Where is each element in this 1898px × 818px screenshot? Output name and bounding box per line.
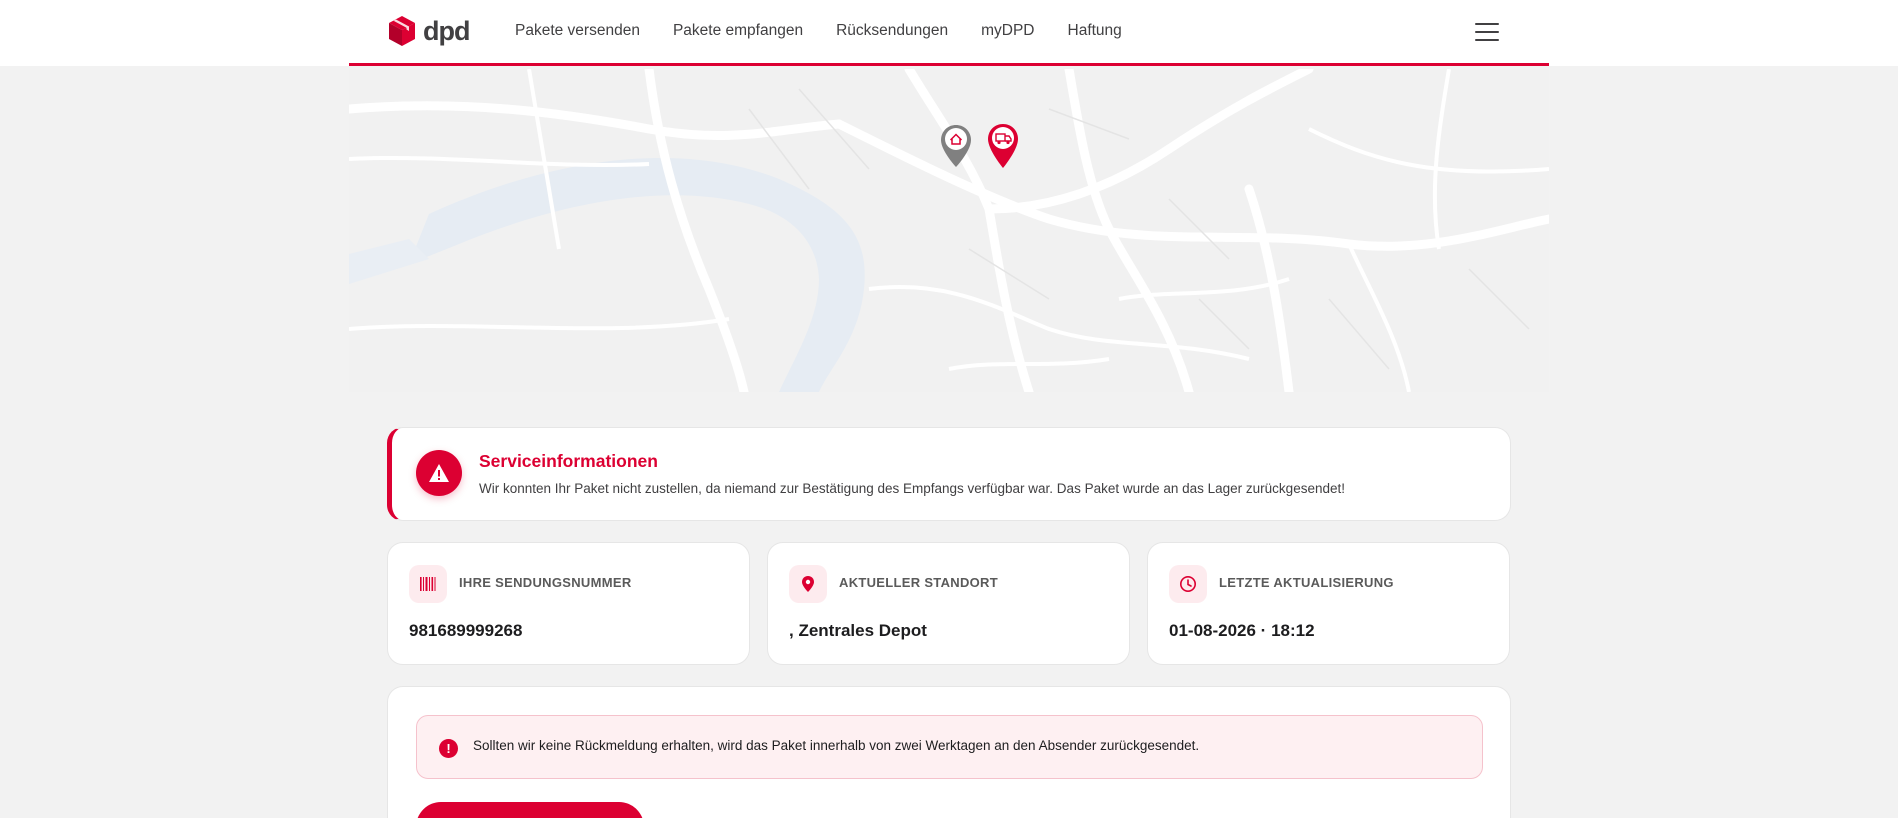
card-label: AKTUELLER STANDORT	[839, 575, 998, 590]
tracking-map[interactable]	[349, 69, 1549, 392]
dpd-cube-icon	[389, 16, 415, 46]
hamburger-menu-icon[interactable]	[1475, 23, 1499, 41]
current-location-value: , Zentrales Depot	[789, 621, 927, 640]
return-notice-text: Sollten wir keine Rückmeldung erhalten, …	[473, 738, 1200, 753]
service-information-box: Serviceinformationen Wir konnten Ihr Pak…	[387, 427, 1511, 521]
card-current-location: AKTUELLER STANDORT , Zentrales Depot	[767, 542, 1130, 665]
warning-triangle-icon	[416, 450, 462, 496]
nav-mydpd[interactable]: myDPD	[981, 22, 1034, 40]
logo-text: dpd	[423, 15, 470, 46]
header-container: dpd Pakete versenden Pakete empfangen Rü…	[349, 0, 1549, 66]
card-tracking-number: IHRE SENDUNGSNUMMER 981689999268	[387, 542, 750, 665]
card-last-update: LETZTE AKTUALISIERUNG 01-08-2026 · 18:12	[1147, 542, 1510, 665]
primary-action-button[interactable]	[416, 802, 644, 818]
return-notice: ! Sollten wir keine Rückmeldung erhalten…	[416, 715, 1483, 779]
main-navigation: Pakete versenden Pakete empfangen Rückse…	[515, 22, 1122, 40]
nav-haftung[interactable]: Haftung	[1068, 22, 1122, 40]
card-label: LETZTE AKTUALISIERUNG	[1219, 575, 1394, 590]
nav-pakete-versenden[interactable]: Pakete versenden	[515, 22, 640, 40]
nav-ruecksendungen[interactable]: Rücksendungen	[836, 22, 948, 40]
barcode-icon	[409, 565, 447, 603]
actions-panel: ! Sollten wir keine Rückmeldung erhalten…	[387, 686, 1511, 818]
location-pin-icon	[789, 565, 827, 603]
map-background	[349, 69, 1549, 392]
tracking-number-value: 981689999268	[409, 621, 523, 640]
service-title: Serviceinformationen	[479, 451, 658, 471]
delivery-van-pin-icon[interactable]	[986, 122, 1020, 170]
exclamation-icon: !	[439, 739, 458, 758]
top-navigation-bar: dpd Pakete versenden Pakete empfangen Rü…	[0, 0, 1898, 66]
dpd-logo[interactable]: dpd	[387, 14, 470, 48]
nav-pakete-empfangen[interactable]: Pakete empfangen	[673, 22, 803, 40]
home-pin-icon[interactable]	[939, 123, 973, 169]
card-label: IHRE SENDUNGSNUMMER	[459, 575, 632, 590]
service-message: Wir konnten Ihr Paket nicht zustellen, d…	[479, 481, 1345, 496]
clock-icon	[1169, 565, 1207, 603]
last-update-value: 01-08-2026 · 18:12	[1169, 621, 1315, 640]
